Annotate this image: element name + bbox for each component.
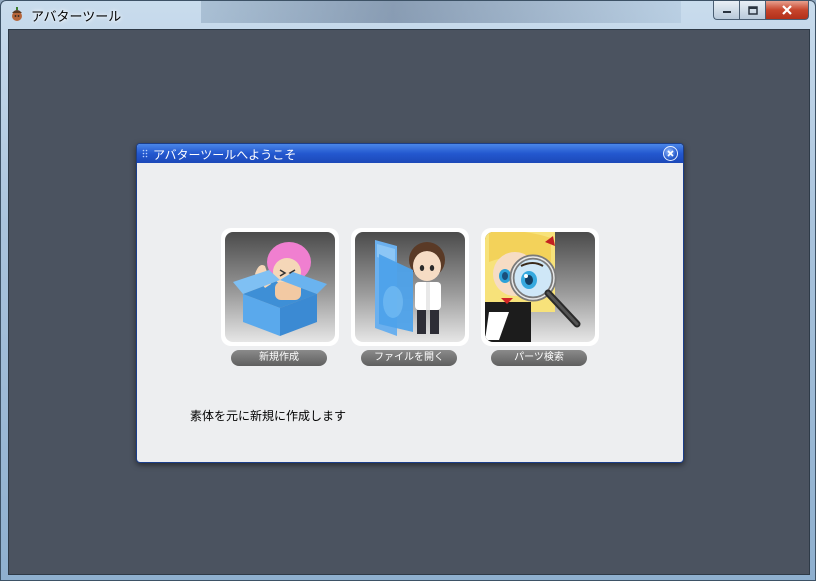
open-file-label: ファイルを開く [361,350,457,366]
action-cards: 新規作成 ファイルを開く パーツ検索 [221,228,601,368]
maximize-button[interactable] [739,1,765,20]
dialog-title: アバターツールへようこそ [153,148,297,162]
minimize-button[interactable] [713,1,739,20]
parts-search-label: パーツ検索 [491,350,587,366]
close-button[interactable] [765,1,809,20]
parts-search-card[interactable]: パーツ検索 [481,228,599,368]
open-folder-icon [375,240,445,336]
card-artwork [225,232,335,342]
dialog-titlebar[interactable]: アバターツールへようこそ [137,144,683,163]
card-artwork [485,232,595,342]
window-title: アバターツール [31,10,122,25]
card-tile [481,228,599,346]
window-controls [713,1,809,20]
action-description: 素体を元に新規に作成します [190,409,347,423]
window-titlebar[interactable]: アバターツール [1,1,815,29]
drag-grip-icon [142,149,148,158]
welcome-dialog: アバターツールへようこそ 新規作成 ファイルを開く パーツ検索 素体を元に新規に… [136,143,684,463]
card-artwork [355,232,465,342]
titlebar-background [201,1,681,23]
magnifier-search-icon [485,232,581,342]
main-workspace: アバターツールへようこそ 新規作成 ファイルを開く パーツ検索 素体を元に新規に… [8,29,810,575]
card-tile [221,228,339,346]
card-tile [351,228,469,346]
minimize-icon [722,11,731,13]
app-window: アバターツール アバターツールへようこそ 新規作成 ファイルを開く パーツ検索 … [0,0,816,581]
new-create-card[interactable]: 新規作成 [221,228,339,368]
close-icon [667,150,674,157]
maximize-icon [747,5,758,15]
new-create-label: 新規作成 [231,350,327,366]
close-icon [782,5,792,15]
open-file-card[interactable]: ファイルを開く [351,228,469,368]
acorn-app-icon [12,7,22,21]
dialog-close-button[interactable] [663,146,678,161]
new-avatar-box-icon [233,242,327,336]
